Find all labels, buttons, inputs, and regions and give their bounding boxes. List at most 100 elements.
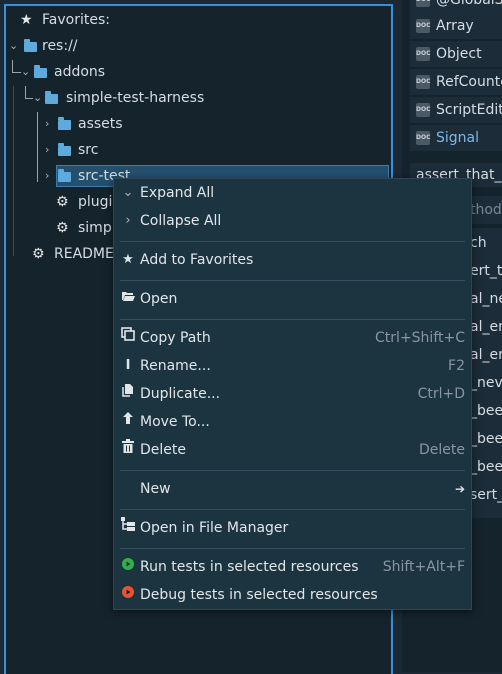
method-list-item[interactable]: _been [470,453,502,481]
chevron-right-icon: › [125,213,131,228]
chevron-down-icon: ⌄ [33,91,43,104]
doc-icon: DOC [416,0,430,7]
menu-item-label: Delete [140,442,186,458]
menu-item-debug-tests[interactable]: Debug tests in selected resources [114,581,471,609]
menu-item-label: Open [140,291,178,307]
rename-icon: I [125,358,131,373]
doc-item-label: RefCounte [436,74,502,90]
tree-item-simple[interactable]: ⚙ simpl [44,216,116,240]
tree-item-src[interactable]: › src [44,138,388,162]
chevron-down-icon: ⌄ [9,39,19,52]
context-menu: ⌄ Expand All › Collapse All ★ Add to Fav… [113,178,472,610]
move-icon [120,408,136,436]
doc-icon: DOC [416,103,430,117]
doc-item-label: @GlobalS [436,0,502,8]
doc-list-item[interactable]: DOC Array [410,13,502,39]
method-list-item[interactable]: ert_th [470,257,502,285]
run-icon [120,553,136,581]
debug-icon [120,581,136,609]
menu-separator [120,241,465,242]
tree-item-simple-test-harness[interactable]: ⌄ simple-test-harness [32,86,388,110]
duplicate-icon [120,380,136,408]
arrow-right-icon: ➔ [454,482,465,496]
tree-item-label: plugi [78,194,113,210]
tree-item-plugin[interactable]: ⚙ plugi [44,190,114,214]
menu-separator [120,548,465,549]
doc-list-item[interactable]: DOC @GlobalS [410,0,502,13]
doc-icon: DOC [416,75,430,89]
method-list-item[interactable]: ch [470,229,487,257]
menu-item-shortcut: Ctrl+Shift+C [375,330,465,346]
method-list-item[interactable]: _been [470,425,502,453]
tree-item-readme[interactable]: ⚙ README [20,242,114,266]
doc-list-item[interactable]: DOC Object [410,41,502,67]
menu-item-label: Collapse All [140,213,222,229]
menu-item-open[interactable]: Open [114,285,471,313]
doc-item-label: Array [436,18,474,34]
tree-guide-line [37,112,38,182]
chevron-right-icon: › [45,143,50,156]
tree-item-addons[interactable]: ⌄ addons [20,60,388,84]
tree-item-label: README [54,246,114,262]
menu-item-new[interactable]: New ➔ [114,475,471,503]
menu-item-shortcut: Shift+Alt+F [382,559,465,575]
doc-item-label: Signal [436,130,480,146]
method-list-item[interactable]: al_en [470,341,502,369]
menu-item-open-in-file-manager[interactable]: Open in File Manager [114,514,471,542]
tree-item-res[interactable]: ⌄ res:// [8,34,388,58]
gear-icon: ⚙ [56,220,69,236]
folder-open-icon [120,285,136,313]
doc-list-item[interactable]: DOC RefCounte [410,69,502,95]
method-list-item[interactable]: _been [470,397,502,425]
menu-separator [120,319,465,320]
menu-item-label: Duplicate... [140,386,221,402]
tree-item-label: simpl [78,220,116,236]
tree-item-label: src [78,142,99,158]
menu-item-move-to[interactable]: Move To... [114,408,471,436]
menu-item-label: Expand All [140,185,215,201]
menu-separator [120,280,465,281]
chevron-down-icon: ⌄ [122,185,134,200]
tree-item-label: assets [78,116,123,132]
folder-icon [45,91,58,104]
method-list-item[interactable]: al_ne [470,285,502,313]
menu-item-shortcut: F2 [448,358,465,374]
menu-item-label: Open in File Manager [140,520,289,536]
doc-icon: DOC [416,131,430,145]
folder-icon [24,39,37,52]
filter-placeholder: thod [470,202,502,218]
method-list-item[interactable]: sert_ [470,481,502,509]
menu-item-label: Debug tests in selected resources [140,587,378,603]
gear-icon: ⚙ [32,246,45,262]
menu-item-duplicate[interactable]: Duplicate... Ctrl+D [114,380,471,408]
tree-item-label: res:// [42,38,78,54]
tree-item-label: simple-test-harness [66,90,205,106]
menu-separator [120,509,465,510]
method-list-item[interactable]: al_en [470,313,502,341]
doc-icon: DOC [416,47,430,61]
folder-icon [58,117,71,130]
star-icon: ★ [20,12,33,28]
doc-list-item[interactable]: DOC Signal [410,125,502,151]
copy-icon [120,324,136,352]
folder-icon [58,169,71,182]
method-list-item[interactable]: _neve [470,369,502,397]
folder-icon [34,65,47,78]
chevron-right-icon: › [45,169,50,182]
tree-item-label: addons [54,64,106,80]
doc-list-item[interactable]: DOC ScriptEdito [410,97,502,123]
menu-item-rename[interactable]: I Rename... F2 [114,352,471,380]
menu-item-expand-all[interactable]: ⌄ Expand All [114,179,471,207]
menu-item-add-to-favorites[interactable]: ★ Add to Favorites [114,246,471,274]
menu-item-collapse-all[interactable]: › Collapse All [114,207,471,235]
menu-item-shortcut: Ctrl+D [417,386,465,402]
tree-item-assets[interactable]: › assets [44,112,388,136]
favorites-label: Favorites: [42,12,110,28]
folder-icon [58,143,71,156]
tree-guide-line [13,86,28,256]
menu-item-run-tests[interactable]: Run tests in selected resources Shift+Al… [114,553,471,581]
gear-icon: ⚙ [56,194,69,210]
menu-item-delete[interactable]: Delete Delete [114,436,471,464]
menu-item-copy-path[interactable]: Copy Path Ctrl+Shift+C [114,324,471,352]
menu-item-label: Add to Favorites [140,252,254,268]
